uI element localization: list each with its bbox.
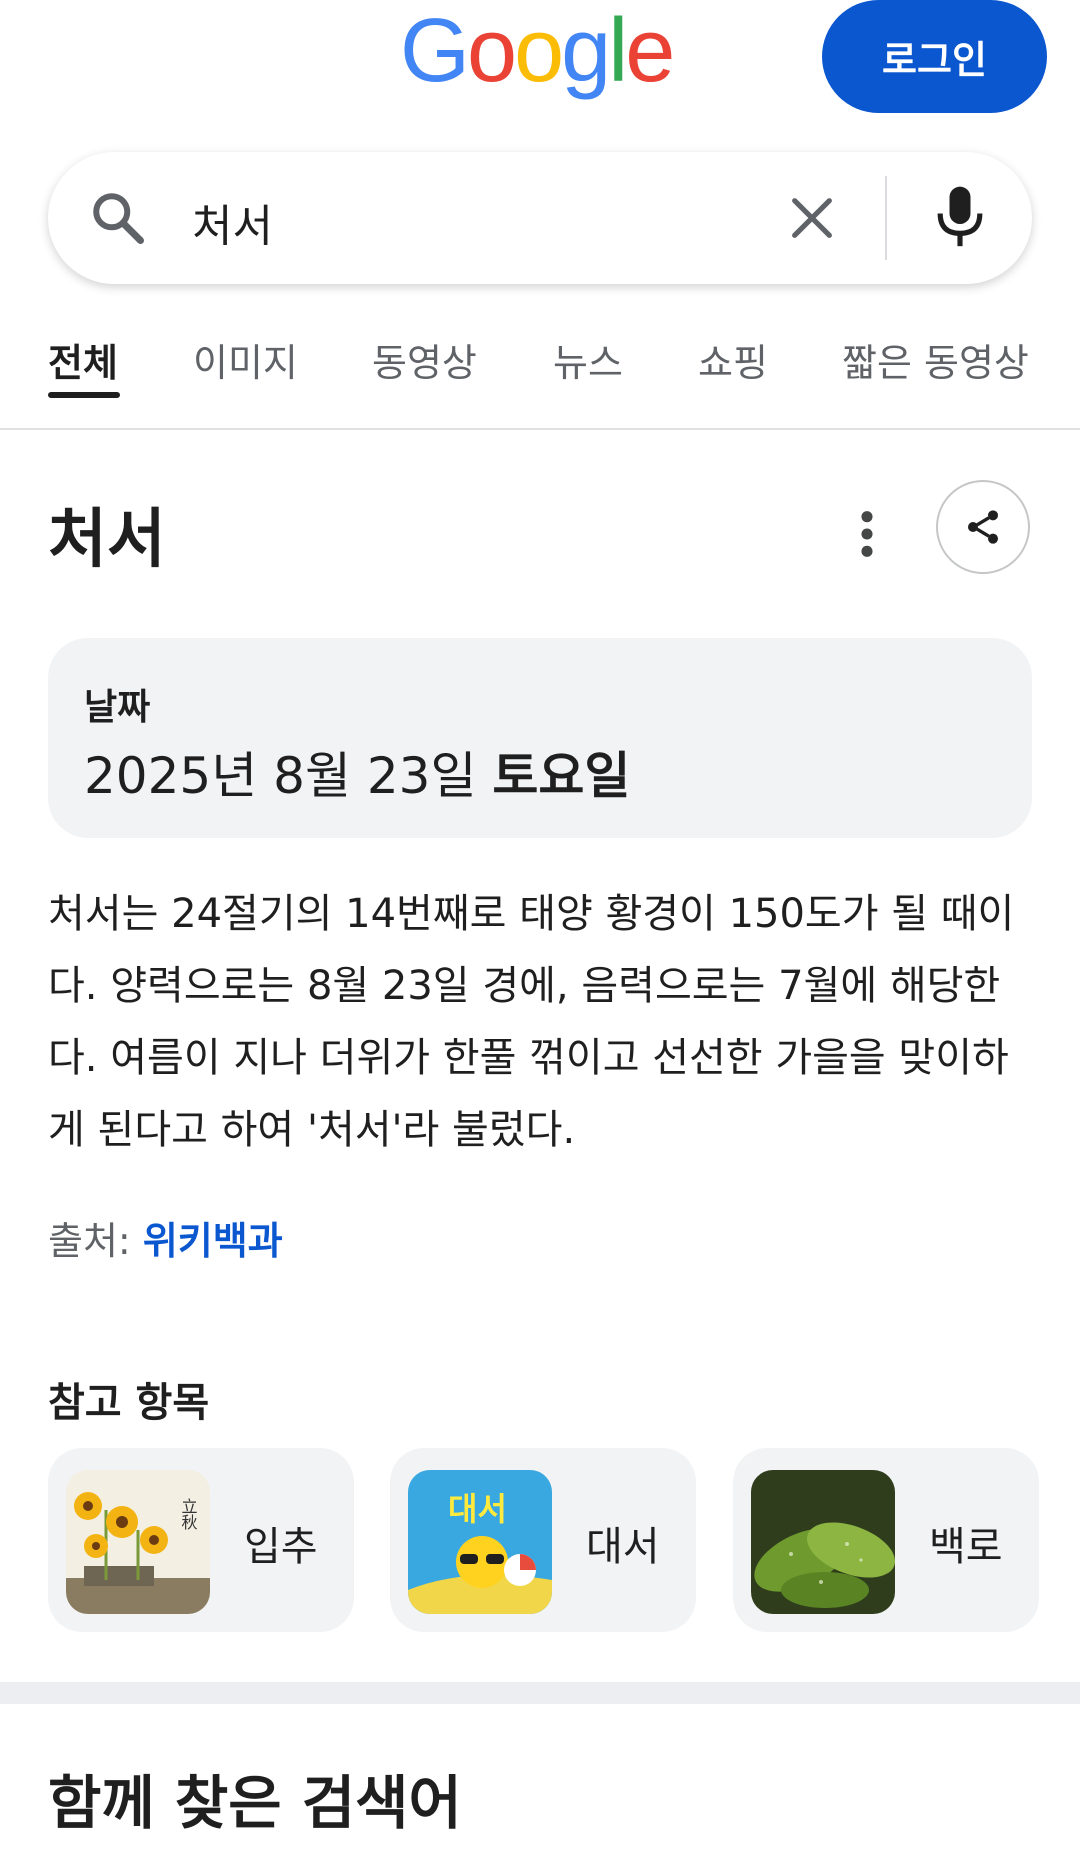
logo-letter: o: [514, 1, 564, 101]
logo-letter: o: [467, 1, 517, 101]
source-line: 출처: 위키백과: [48, 1210, 283, 1265]
logo-letter: g: [561, 1, 611, 101]
related-card-baekro[interactable]: 백로: [733, 1448, 1039, 1632]
search-divider: [885, 176, 887, 260]
related-card-daeseo[interactable]: 대서 대서: [390, 1448, 696, 1632]
microphone-icon[interactable]: [932, 184, 988, 250]
share-button[interactable]: [936, 480, 1030, 574]
related-label-ipchu: 입추: [244, 1524, 318, 1570]
daeseo-thumbnail: 대서: [408, 1470, 552, 1614]
ipchu-thumbnail: 立秋: [66, 1470, 210, 1614]
more-options-icon[interactable]: [852, 508, 882, 560]
related-label-daeseo: 대서: [586, 1524, 660, 1570]
source-prefix: 출처:: [48, 1219, 131, 1263]
logo-letter: e: [625, 1, 675, 101]
section-separator: [0, 1682, 1080, 1704]
logo-letter: l: [608, 1, 628, 101]
tabs-divider: [0, 428, 1080, 430]
active-tab-indicator: [48, 392, 120, 398]
ipchu-thumb-text: 立秋: [179, 1498, 198, 1530]
date-label: 날짜: [84, 687, 151, 728]
daeseo-thumb-text: 대서: [448, 1490, 507, 1528]
date-value: 2025년 8월 23일 토요일: [84, 736, 630, 808]
panel-description: 처서는 24절기의 14번째로 태양 황경이 150도가 될 때이다. 양력으로…: [48, 891, 1015, 1153]
panel-title: 처서: [48, 503, 166, 577]
google-logo[interactable]: Google: [400, 1, 675, 101]
search-input[interactable]: 처서: [192, 190, 273, 254]
related-card-ipchu[interactable]: 立秋 입추: [48, 1448, 354, 1632]
tab-all[interactable]: 전체: [48, 332, 118, 387]
tab-news[interactable]: 뉴스: [553, 332, 623, 387]
search-icon[interactable]: [88, 188, 148, 248]
tab-short-videos[interactable]: 짧은 동영상: [842, 332, 1029, 387]
login-button[interactable]: 로그인: [822, 0, 1047, 113]
see-also-title: 참고 항목: [48, 1380, 210, 1426]
tab-images[interactable]: 이미지: [193, 332, 298, 387]
tab-shopping[interactable]: 쇼핑: [698, 332, 768, 387]
tab-videos[interactable]: 동영상: [372, 332, 477, 387]
related-searches-title: 함께 찾은 검색어: [48, 1769, 462, 1837]
search-results-page: Google 로그인 처서 전체 이미지 동영상 뉴스 쇼핑 짧은 동영상 처서: [0, 0, 1080, 1857]
baekro-thumbnail: [751, 1470, 895, 1614]
search-tabs: 전체 이미지 동영상 뉴스 쇼핑 짧은 동영상: [0, 320, 1080, 430]
share-icon: [968, 510, 998, 544]
date-weekday: 토요일: [492, 747, 631, 805]
date-value-main: 2025년 8월 23일: [84, 747, 477, 805]
close-icon[interactable]: [786, 192, 838, 244]
logo-letter: G: [400, 1, 470, 101]
related-label-baekro: 백로: [929, 1524, 1003, 1570]
source-link[interactable]: 위키백과: [143, 1219, 283, 1263]
